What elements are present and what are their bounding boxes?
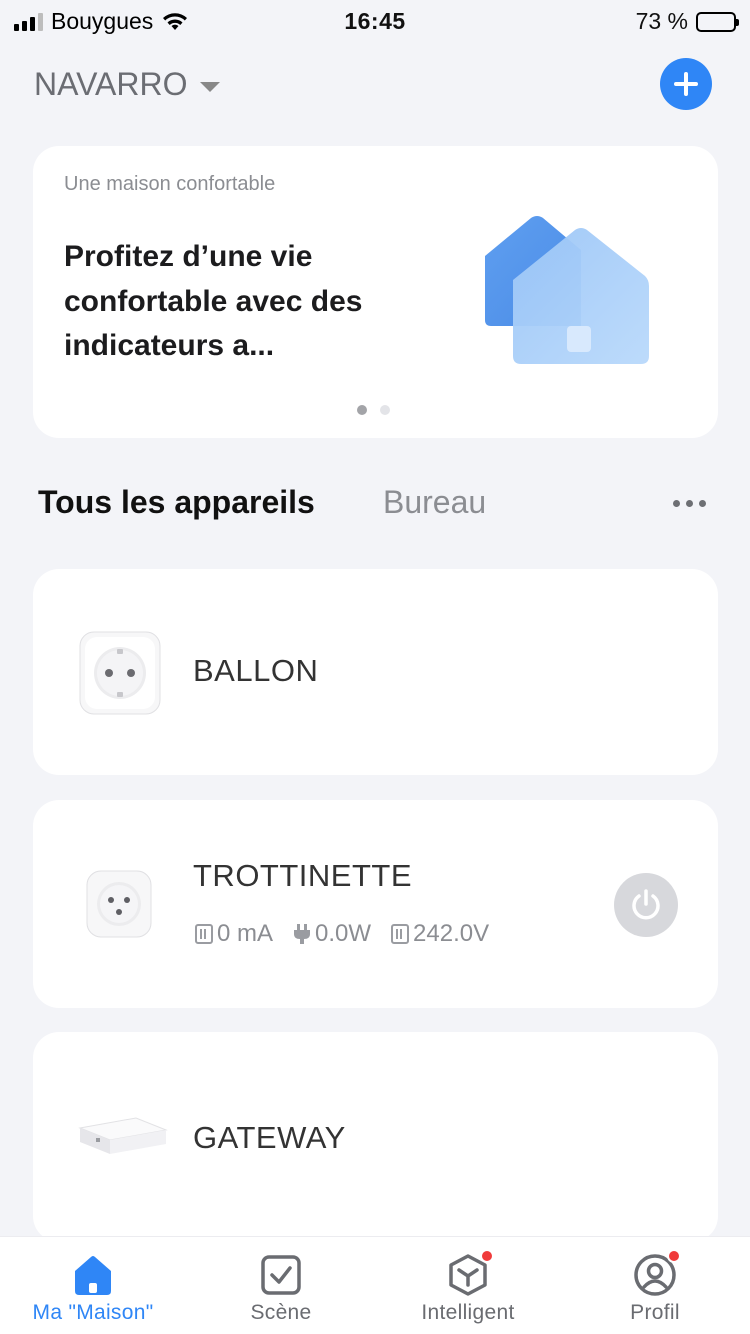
checkbox-icon — [259, 1253, 303, 1297]
home-name: NAVARRO — [34, 66, 188, 102]
status-bar: Bouygues 16:45 73 % — [0, 0, 750, 40]
add-device-button[interactable] — [660, 58, 712, 110]
device-card-ballon[interactable]: BALLON — [33, 569, 718, 775]
profile-icon — [633, 1249, 681, 1297]
nav-profile-label: Profil — [630, 1301, 680, 1324]
plus-icon — [674, 72, 698, 96]
plug-icon — [294, 924, 311, 944]
more-dot-icon — [673, 500, 680, 507]
nav-home-label: Ma "Maison" — [32, 1301, 154, 1324]
carousel-dot-active — [357, 405, 367, 415]
carousel-dot — [380, 405, 390, 415]
caret-down-icon — [199, 81, 220, 92]
nav-scene-label: Scène — [250, 1301, 312, 1324]
power-icon — [632, 889, 660, 920]
device-metrics: 0 mA 0.0W 242.0V — [195, 920, 489, 948]
house-illustration-icon — [485, 216, 649, 364]
more-dot-icon — [699, 500, 706, 507]
banner-headline: Profitez d’une vie confortable avec des … — [64, 240, 363, 362]
nav-profile[interactable]: Profil — [575, 1237, 735, 1334]
device-name: GATEWAY — [193, 1120, 346, 1155]
power-value: 0.0W — [315, 920, 372, 947]
room-tabs: Tous les appareils Bureau — [38, 484, 706, 528]
nav-home[interactable]: Ma "Maison" — [13, 1237, 173, 1334]
device-name: TROTTINETTE — [193, 858, 413, 893]
current-metric: 0 mA — [195, 920, 273, 948]
battery-icon — [696, 11, 739, 32]
notification-badge — [667, 1249, 681, 1263]
nav-smart-label: Intelligent — [421, 1301, 515, 1324]
more-dot-icon — [686, 500, 693, 507]
more-options-button[interactable] — [673, 500, 706, 507]
nav-scene[interactable]: Scène — [201, 1237, 361, 1334]
device-card-trottinette[interactable]: TROTTINETTE 0 mA 0.0W 242.0V — [33, 800, 718, 1008]
battery-group: 73 % — [635, 8, 739, 35]
smart-plug-icon — [86, 870, 152, 938]
power-metric: 0.0W — [293, 920, 371, 948]
notification-badge — [480, 1249, 494, 1263]
battery-percent: 73 % — [635, 8, 688, 34]
tab-bureau[interactable]: Bureau — [383, 484, 486, 521]
home-icon — [71, 1253, 115, 1297]
cube-icon — [446, 1249, 494, 1297]
tab-all-devices[interactable]: Tous les appareils — [38, 484, 315, 521]
home-selector[interactable]: NAVARRO — [34, 66, 220, 103]
banner-subtitle: Une maison confortable — [64, 173, 276, 195]
nav-smart[interactable]: Intelligent — [388, 1237, 548, 1334]
home-header: NAVARRO — [34, 58, 712, 112]
device-card-gateway[interactable]: GATEWAY — [33, 1032, 718, 1242]
device-name: BALLON — [193, 653, 319, 688]
smart-plug-icon — [79, 631, 161, 715]
current-gauge-icon — [195, 924, 213, 944]
current-value: 0 mA — [217, 920, 274, 947]
promo-banner[interactable]: Une maison confortable Profitez d’une vi… — [33, 146, 718, 438]
voltage-value: 242.0V — [413, 920, 490, 947]
voltage-metric: 242.0V — [391, 920, 489, 948]
gateway-hub-icon — [78, 1117, 168, 1154]
power-toggle-button[interactable] — [614, 873, 678, 937]
voltage-gauge-icon — [391, 924, 410, 944]
bottom-nav: Ma "Maison" Scène Intelligent Profil — [0, 1236, 750, 1334]
carousel-dots — [357, 405, 390, 415]
